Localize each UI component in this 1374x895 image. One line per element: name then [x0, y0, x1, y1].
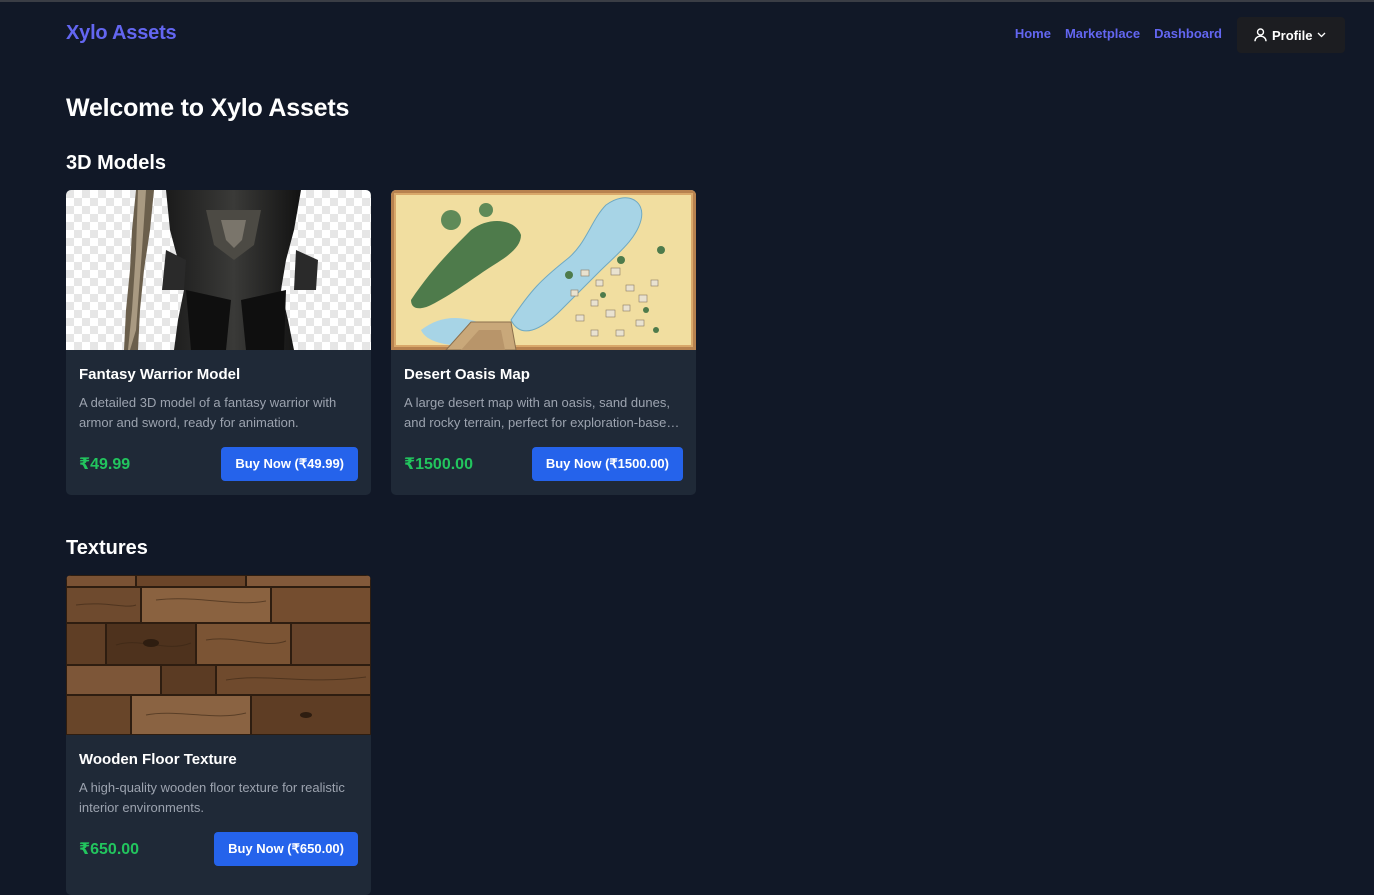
buy-now-button-fantasy-warrior[interactable]: Buy Now (₹49.99) — [221, 447, 358, 481]
asset-card-footer: ₹650.00 Buy Now (₹650.00) — [79, 832, 358, 866]
buy-now-button-wooden-floor[interactable]: Buy Now (₹650.00) — [214, 832, 358, 866]
asset-card-wooden-floor: Wooden Floor Texture A high-quality wood… — [66, 575, 371, 895]
nav-link-dashboard[interactable]: Dashboard — [1154, 26, 1222, 41]
nav-link-home[interactable]: Home — [1015, 26, 1051, 41]
section-title-textures: Textures — [66, 537, 148, 559]
asset-price: ₹650.00 — [79, 841, 140, 858]
profile-dropdown-button[interactable]: Profile — [1237, 17, 1345, 53]
brand-logo[interactable]: Xylo Assets — [66, 22, 177, 45]
asset-description: A high-quality wooden floor texture for … — [79, 780, 345, 815]
main-content: Welcome to Xylo Assets — [66, 94, 1326, 123]
nav-links: Home Marketplace Dashboard — [1015, 26, 1222, 41]
asset-description: A large desert map with an oasis, sand d… — [404, 395, 674, 430]
asset-card-fantasy-warrior: Fantasy Warrior Model A detailed 3D mode… — [66, 190, 371, 495]
section-title-3d-models: 3D Models — [66, 152, 167, 174]
asset-thumbnail-desert-oasis[interactable] — [391, 190, 696, 350]
asset-thumbnail-wooden-floor[interactable] — [66, 575, 371, 735]
asset-name: Desert Oasis Map — [404, 366, 530, 383]
asset-description: A detailed 3D model of a fantasy warrior… — [79, 395, 337, 430]
asset-card-body: Fantasy Warrior Model A detailed 3D mode… — [66, 350, 371, 494]
chevron-down-icon — [1317, 32, 1326, 38]
asset-card-footer: ₹1500.00 Buy Now (₹1500.00) — [404, 447, 683, 481]
asset-price: ₹49.99 — [79, 456, 131, 473]
user-icon — [1254, 28, 1267, 42]
page-title: Welcome to Xylo Assets — [66, 94, 350, 122]
asset-card-body: Wooden Floor Texture A high-quality wood… — [66, 735, 371, 879]
asset-price: ₹1500.00 — [404, 456, 473, 473]
buy-now-button-desert-oasis[interactable]: Buy Now (₹1500.00) — [531, 447, 683, 481]
asset-card-footer: ₹49.99 Buy Now (₹49.99) — [79, 447, 358, 481]
asset-name: Wooden Floor Texture — [79, 751, 237, 768]
asset-card-desert-oasis: Desert Oasis Map A large desert map with… — [391, 190, 696, 495]
profile-label: Profile — [1272, 27, 1313, 43]
asset-thumbnail-fantasy-warrior[interactable] — [66, 190, 371, 350]
nav-link-marketplace[interactable]: Marketplace — [1065, 26, 1140, 41]
navbar: Xylo Assets Home Marketplace Dashboard P… — [0, 2, 1374, 64]
asset-card-body: Desert Oasis Map A large desert map with… — [391, 350, 696, 494]
asset-name: Fantasy Warrior Model — [79, 366, 241, 383]
